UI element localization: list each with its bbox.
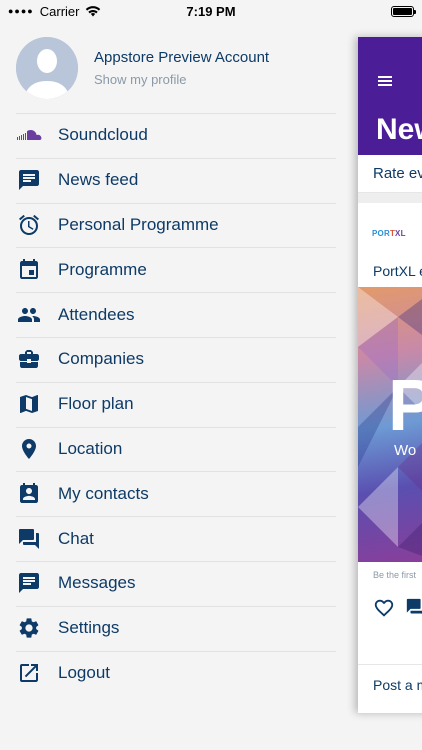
menu-item-logout[interactable]: Logout: [0, 650, 358, 696]
carrier-label: Carrier: [39, 3, 80, 19]
post-author: PORTXL: [358, 203, 422, 263]
news-feed-icon: [16, 167, 42, 193]
menu-item-messages[interactable]: Messages: [0, 560, 358, 606]
person-silhouette-icon: [16, 37, 78, 99]
be-first-text: Be the first: [373, 570, 417, 580]
side-drawer: Appstore Preview Account Show my profile…: [0, 22, 358, 750]
battery-icon: [391, 5, 416, 17]
logout-icon: [16, 660, 42, 686]
menu-label: Programme: [58, 259, 147, 279]
post-text: PortXL e: [373, 263, 422, 279]
menu-item-attendees[interactable]: Attendees: [0, 292, 358, 337]
menu-label: Personal Programme: [58, 214, 219, 234]
main-content-panel[interactable]: New Rate ev PORTXL PortXL e P Wo Be the …: [358, 37, 422, 713]
signal-dots-icon: ●●●●: [8, 6, 34, 16]
post-image[interactable]: P Wo: [358, 287, 422, 562]
news-header: New: [358, 37, 422, 155]
soundcloud-icon: [16, 122, 42, 148]
people-icon: [16, 302, 42, 328]
menu-label: Messages: [58, 573, 136, 593]
post-actions: [358, 588, 422, 628]
divider: [358, 193, 422, 203]
menu-item-settings[interactable]: Settings: [0, 605, 358, 651]
calendar-icon: [16, 257, 42, 283]
menu-label: Companies: [58, 349, 144, 369]
divider: [358, 628, 422, 665]
menu-label: News feed: [58, 170, 139, 190]
rate-event-banner[interactable]: Rate ev: [358, 155, 422, 193]
gear-icon: [16, 615, 42, 641]
contact-card-icon: [16, 481, 42, 507]
menu-item-my-contacts[interactable]: My contacts: [0, 471, 358, 516]
menu-item-location[interactable]: Location: [0, 426, 358, 472]
profile-header[interactable]: Appstore Preview Account Show my profile: [0, 22, 358, 113]
map-icon: [16, 391, 42, 417]
profile-name: Appstore Preview Account: [94, 49, 270, 66]
heart-icon[interactable]: [373, 597, 395, 619]
menu-item-companies[interactable]: Companies: [0, 336, 358, 382]
menu-item-programme[interactable]: Programme: [0, 247, 358, 292]
menu-label: Attendees: [58, 304, 135, 324]
chat-icon: [16, 526, 42, 552]
avatar[interactable]: [16, 37, 78, 99]
menu-label: My contacts: [58, 483, 149, 503]
image-caption: Wo: [394, 442, 417, 459]
location-pin-icon: [16, 436, 42, 462]
portxl-logo: PORTXL: [372, 228, 406, 238]
menu-item-chat[interactable]: Chat: [0, 516, 358, 561]
menu-label: Chat: [58, 528, 94, 548]
drawer-menu: Soundcloud News feed Personal Programme …: [0, 113, 358, 695]
message-icon: [16, 570, 42, 596]
show-profile-link[interactable]: Show my profile: [94, 72, 269, 87]
news-post-card[interactable]: PORTXL PortXL e P Wo Be the first: [358, 203, 422, 628]
wifi-icon: [86, 6, 101, 17]
menu-label: Location: [58, 438, 123, 458]
briefcase-icon: [16, 346, 42, 372]
menu-label: Settings: [58, 618, 120, 638]
comment-icon[interactable]: [405, 597, 422, 619]
menu-label: Logout: [58, 662, 110, 682]
menu-item-soundcloud[interactable]: Soundcloud: [0, 113, 358, 158]
image-headline-letter: P: [388, 366, 422, 446]
menu-label: Floor plan: [58, 394, 134, 414]
alarm-clock-icon: [16, 212, 42, 238]
status-bar: ●●●● Carrier 7:19 PM: [0, 0, 422, 22]
post-message-input[interactable]: Post a m: [358, 665, 422, 705]
menu-item-floor-plan[interactable]: Floor plan: [0, 381, 358, 427]
hamburger-menu-icon[interactable]: [378, 76, 392, 86]
menu-item-news-feed[interactable]: News feed: [0, 157, 358, 203]
page-title: New: [376, 113, 422, 146]
menu-label: Soundcloud: [58, 125, 148, 145]
menu-item-personal-programme[interactable]: Personal Programme: [0, 202, 358, 248]
